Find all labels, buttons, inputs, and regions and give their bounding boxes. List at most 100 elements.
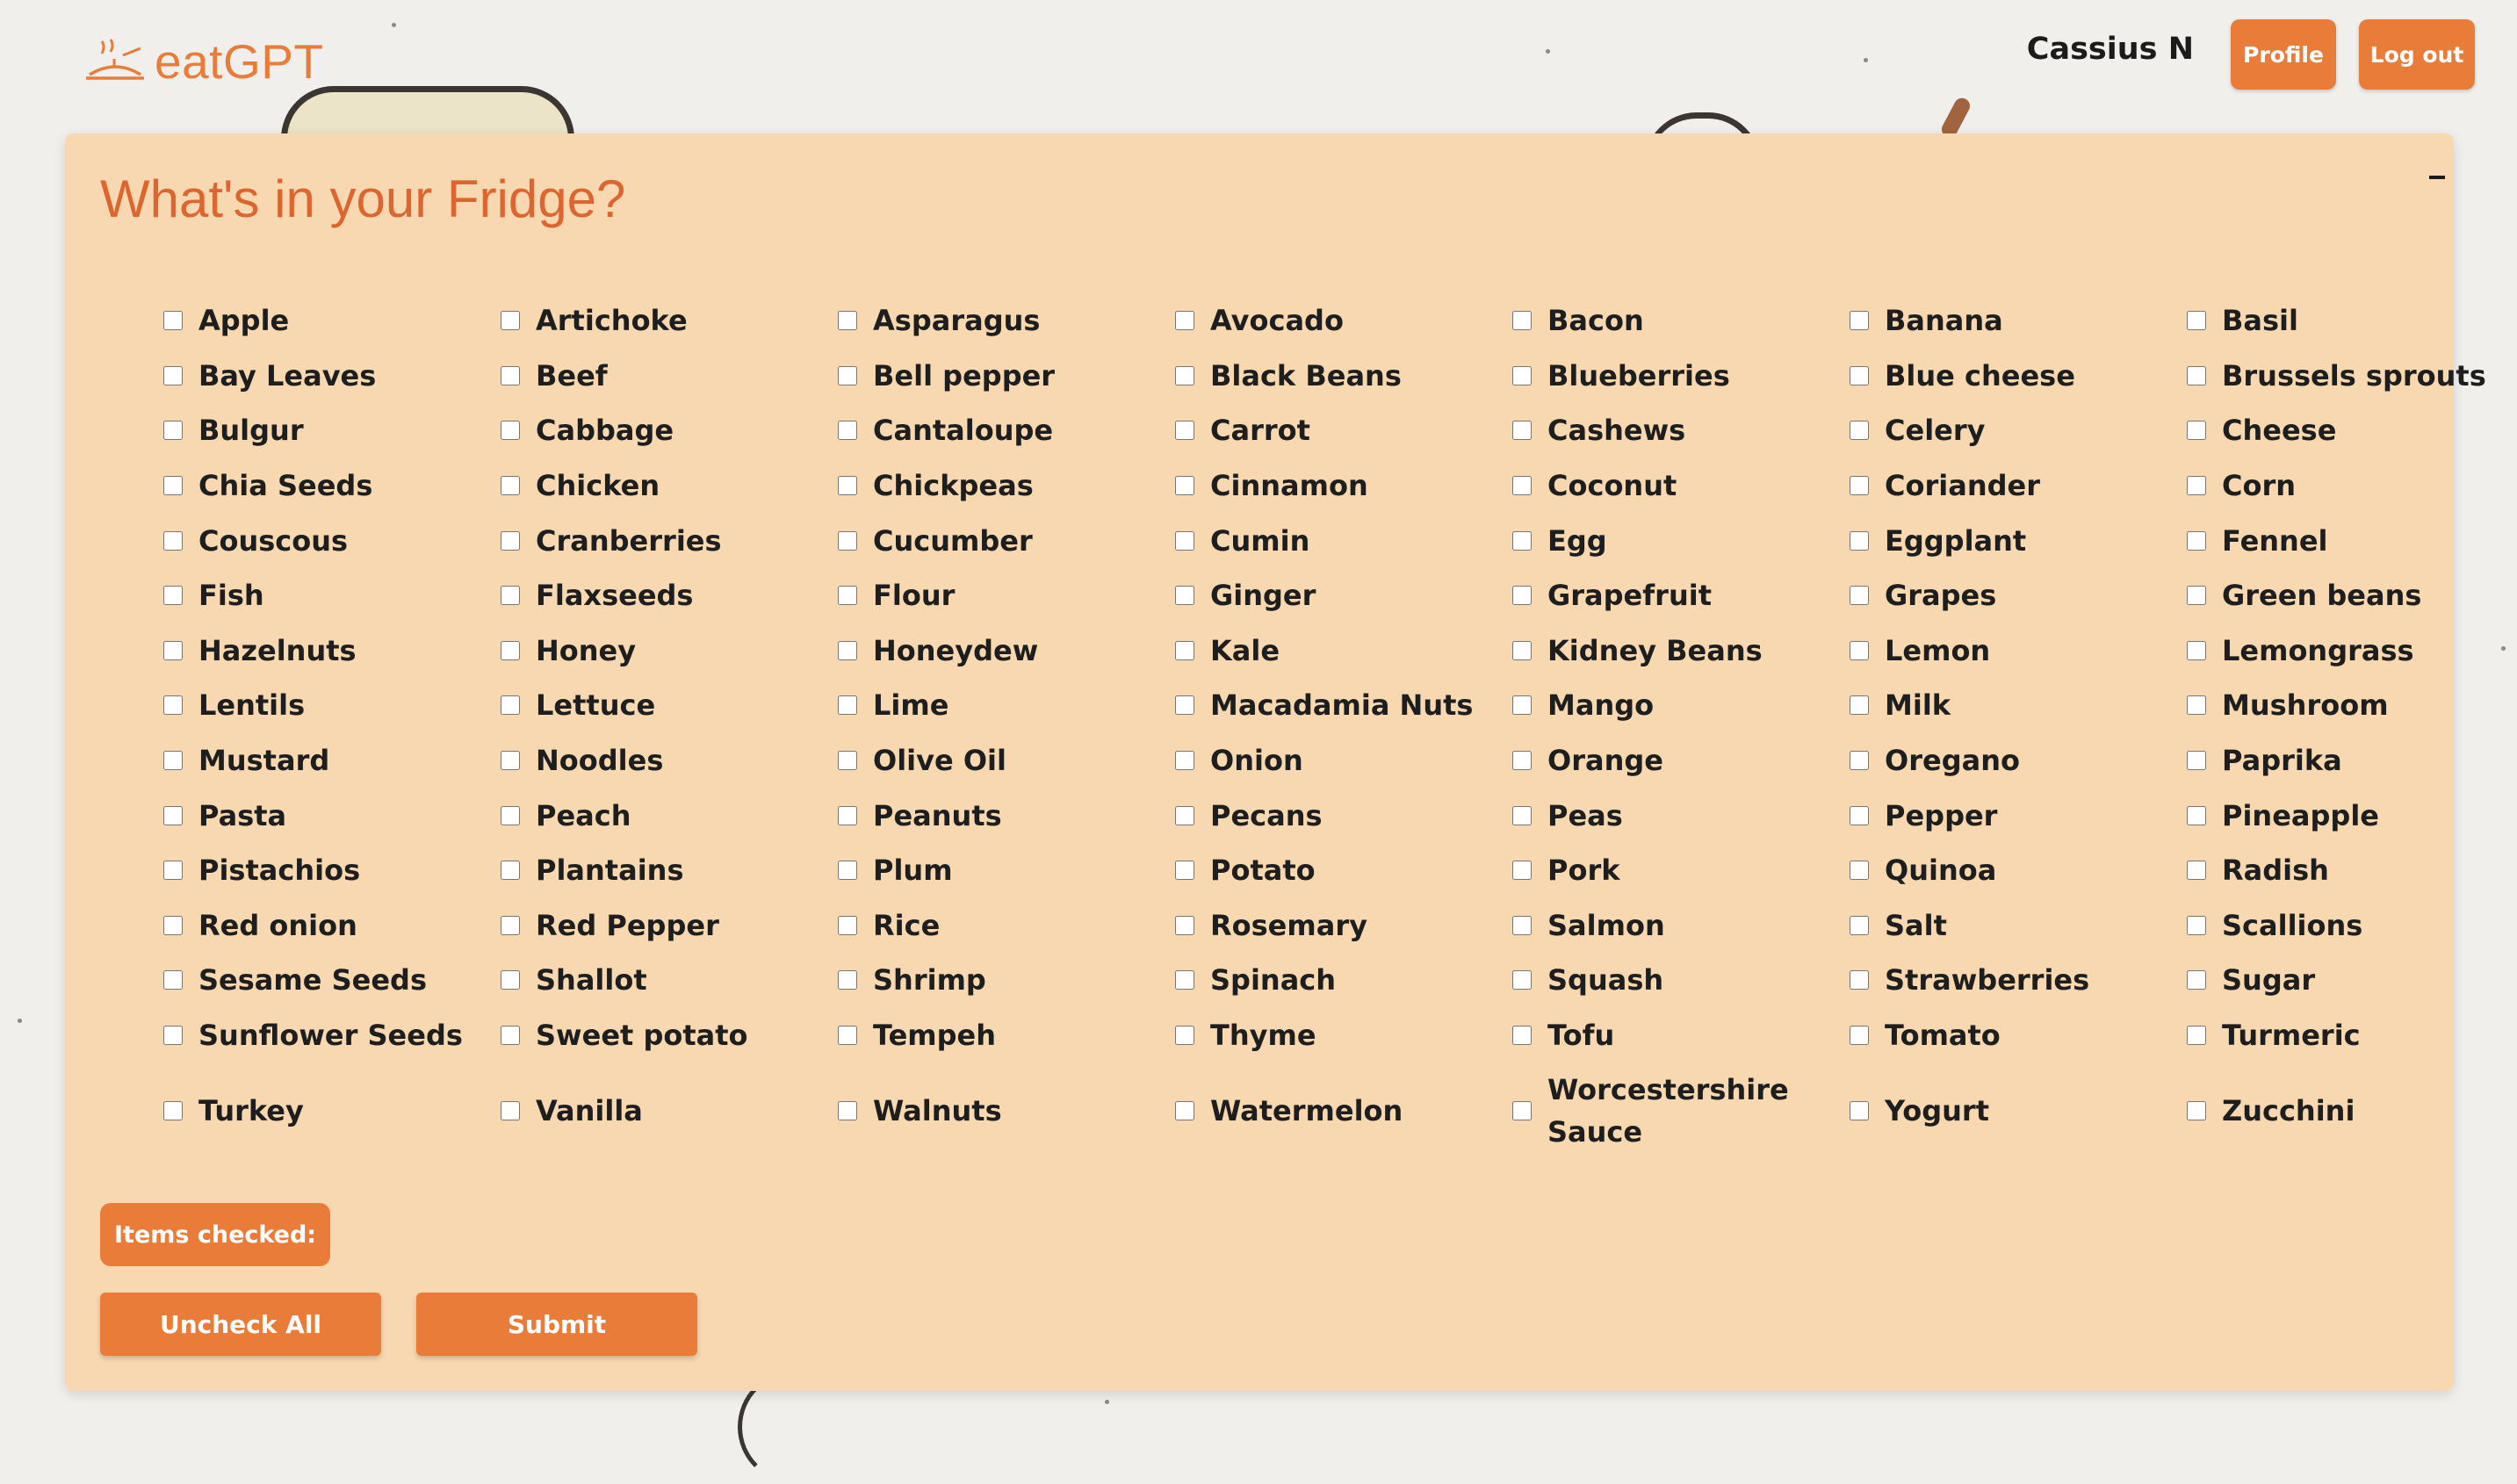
ingredient-item[interactable]: Turkey bbox=[163, 1063, 501, 1159]
ingredient-item[interactable]: Turmeric bbox=[2187, 1008, 2517, 1063]
submit-button[interactable]: Submit bbox=[416, 1293, 697, 1356]
profile-button[interactable]: Profile bbox=[2231, 19, 2336, 90]
ingredient-item[interactable]: Cinnamon bbox=[1175, 458, 1512, 514]
ingredient-item[interactable]: Scallions bbox=[2187, 898, 2517, 954]
ingredient-item[interactable]: Bulgur bbox=[163, 403, 501, 458]
ingredient-item[interactable]: Beef bbox=[501, 349, 838, 404]
ingredient-checkbox[interactable] bbox=[501, 365, 520, 385]
ingredient-item[interactable]: Honeydew bbox=[838, 623, 1175, 679]
ingredient-item[interactable]: Chicken bbox=[501, 458, 838, 514]
ingredient-checkbox[interactable] bbox=[501, 970, 520, 991]
ingredient-checkbox[interactable] bbox=[2187, 1026, 2206, 1046]
ingredient-checkbox[interactable] bbox=[1175, 861, 1194, 881]
ingredient-checkbox[interactable] bbox=[1850, 365, 1869, 385]
ingredient-item[interactable]: Egg bbox=[1512, 513, 1850, 568]
ingredient-item[interactable]: Blueberries bbox=[1512, 349, 1850, 404]
ingredient-checkbox[interactable] bbox=[1175, 586, 1194, 606]
ingredient-checkbox[interactable] bbox=[1850, 530, 1869, 551]
ingredient-checkbox[interactable] bbox=[163, 805, 183, 825]
ingredient-item[interactable]: Quinoa bbox=[1850, 843, 2187, 898]
ingredient-checkbox[interactable] bbox=[2187, 1101, 2206, 1121]
ingredient-checkbox[interactable] bbox=[501, 861, 520, 881]
ingredient-item[interactable]: Plantains bbox=[501, 843, 838, 898]
ingredient-checkbox[interactable] bbox=[1175, 915, 1194, 935]
ingredient-item[interactable]: Walnuts bbox=[838, 1063, 1175, 1159]
ingredient-checkbox[interactable] bbox=[838, 695, 857, 716]
ingredient-checkbox[interactable] bbox=[1512, 476, 1532, 496]
ingredient-item[interactable]: Plum bbox=[838, 843, 1175, 898]
ingredient-checkbox[interactable] bbox=[1512, 915, 1532, 935]
ingredient-checkbox[interactable] bbox=[1512, 640, 1532, 660]
ingredient-item[interactable]: Cashews bbox=[1512, 403, 1850, 458]
ingredient-checkbox[interactable] bbox=[2187, 695, 2206, 716]
ingredient-checkbox[interactable] bbox=[838, 915, 857, 935]
ingredient-checkbox[interactable] bbox=[838, 751, 857, 771]
ingredient-item[interactable]: Orange bbox=[1512, 733, 1850, 789]
ingredient-checkbox[interactable] bbox=[1175, 695, 1194, 716]
ingredient-checkbox[interactable] bbox=[163, 640, 183, 660]
ingredient-checkbox[interactable] bbox=[501, 751, 520, 771]
ingredient-checkbox[interactable] bbox=[2187, 311, 2206, 331]
ingredient-item[interactable]: Pork bbox=[1512, 843, 1850, 898]
ingredient-item[interactable]: Yogurt bbox=[1850, 1063, 2187, 1159]
uncheck-all-button[interactable]: Uncheck All bbox=[100, 1293, 381, 1356]
ingredient-checkbox[interactable] bbox=[838, 586, 857, 606]
ingredient-checkbox[interactable] bbox=[1850, 915, 1869, 935]
ingredient-checkbox[interactable] bbox=[1850, 311, 1869, 331]
ingredient-item[interactable]: Potato bbox=[1175, 843, 1512, 898]
ingredient-checkbox[interactable] bbox=[163, 365, 183, 385]
ingredient-item[interactable]: Carrot bbox=[1175, 403, 1512, 458]
ingredient-item[interactable]: Noodles bbox=[501, 733, 838, 789]
ingredient-checkbox[interactable] bbox=[1512, 586, 1532, 606]
ingredient-item[interactable]: Tempeh bbox=[838, 1008, 1175, 1063]
ingredient-checkbox[interactable] bbox=[1512, 365, 1532, 385]
ingredient-checkbox[interactable] bbox=[1512, 1101, 1532, 1121]
ingredient-checkbox[interactable] bbox=[1175, 311, 1194, 331]
ingredient-checkbox[interactable] bbox=[1175, 476, 1194, 496]
ingredient-checkbox[interactable] bbox=[1512, 861, 1532, 881]
ingredient-checkbox[interactable] bbox=[501, 695, 520, 716]
ingredient-checkbox[interactable] bbox=[838, 311, 857, 331]
ingredient-checkbox[interactable] bbox=[2187, 421, 2206, 441]
ingredient-checkbox[interactable] bbox=[1175, 640, 1194, 660]
ingredient-checkbox[interactable] bbox=[838, 365, 857, 385]
ingredient-item[interactable]: Mango bbox=[1512, 678, 1850, 733]
ingredient-checkbox[interactable] bbox=[163, 861, 183, 881]
ingredient-item[interactable]: Oregano bbox=[1850, 733, 2187, 789]
ingredient-checkbox[interactable] bbox=[1850, 861, 1869, 881]
ingredient-item[interactable]: Vanilla bbox=[501, 1063, 838, 1159]
ingredient-checkbox[interactable] bbox=[838, 861, 857, 881]
ingredient-item[interactable]: Thyme bbox=[1175, 1008, 1512, 1063]
ingredient-item[interactable]: Honey bbox=[501, 623, 838, 679]
ingredient-checkbox[interactable] bbox=[838, 421, 857, 441]
ingredient-item[interactable]: Shrimp bbox=[838, 953, 1175, 1008]
ingredient-item[interactable]: Watermelon bbox=[1175, 1063, 1512, 1159]
ingredient-item[interactable]: Pistachios bbox=[163, 843, 501, 898]
ingredient-item[interactable]: Cheese bbox=[2187, 403, 2517, 458]
ingredient-checkbox[interactable] bbox=[163, 530, 183, 551]
ingredient-checkbox[interactable] bbox=[163, 970, 183, 991]
ingredient-item[interactable]: Mushroom bbox=[2187, 678, 2517, 733]
ingredient-item[interactable]: Green beans bbox=[2187, 568, 2517, 623]
ingredient-checkbox[interactable] bbox=[1850, 1101, 1869, 1121]
ingredient-item[interactable]: Kale bbox=[1175, 623, 1512, 679]
ingredient-item[interactable]: Sweet potato bbox=[501, 1008, 838, 1063]
ingredient-item[interactable]: Lime bbox=[838, 678, 1175, 733]
ingredient-checkbox[interactable] bbox=[501, 421, 520, 441]
ingredient-item[interactable]: Tomato bbox=[1850, 1008, 2187, 1063]
ingredient-checkbox[interactable] bbox=[2187, 365, 2206, 385]
ingredient-checkbox[interactable] bbox=[501, 530, 520, 551]
ingredient-item[interactable]: Cabbage bbox=[501, 403, 838, 458]
ingredient-item[interactable]: Flour bbox=[838, 568, 1175, 623]
ingredient-checkbox[interactable] bbox=[2187, 970, 2206, 991]
ingredient-checkbox[interactable] bbox=[501, 640, 520, 660]
ingredient-item[interactable]: Lettuce bbox=[501, 678, 838, 733]
ingredient-item[interactable]: Blue cheese bbox=[1850, 349, 2187, 404]
ingredient-item[interactable]: Radish bbox=[2187, 843, 2517, 898]
ingredient-checkbox[interactable] bbox=[1512, 695, 1532, 716]
ingredient-item[interactable]: Red Pepper bbox=[501, 898, 838, 954]
ingredient-item[interactable]: Mustard bbox=[163, 733, 501, 789]
ingredient-item[interactable]: Artichoke bbox=[501, 293, 838, 349]
ingredient-checkbox[interactable] bbox=[2187, 530, 2206, 551]
ingredient-checkbox[interactable] bbox=[2187, 640, 2206, 660]
